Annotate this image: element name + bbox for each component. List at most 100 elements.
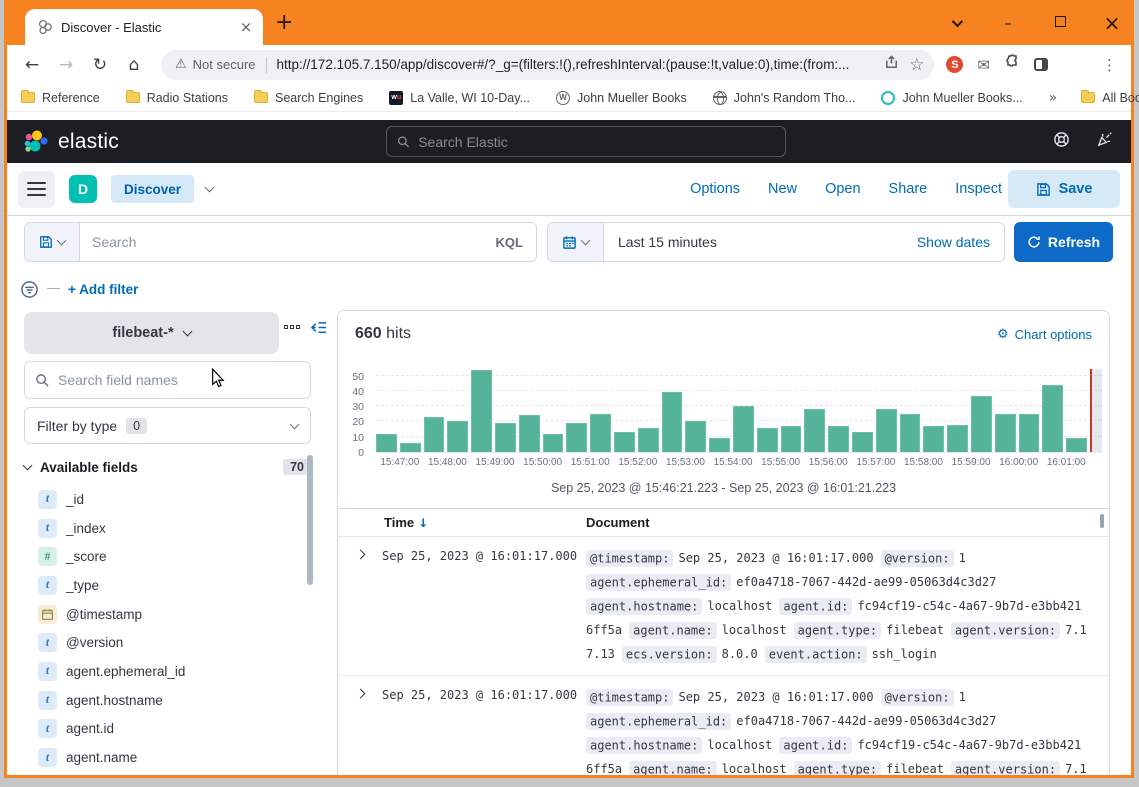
chevron-down-icon[interactable]: [205, 183, 215, 193]
maximize-button[interactable]: [1049, 14, 1071, 31]
doc-field-name[interactable]: agent.id:: [779, 737, 852, 754]
security-label[interactable]: Not secure: [193, 57, 256, 72]
appbar-link-options[interactable]: Options: [690, 181, 740, 197]
close-button[interactable]: ×: [1101, 11, 1123, 35]
puzzle-extensions-icon[interactable]: [1004, 54, 1020, 75]
elastic-logo[interactable]: elastic: [23, 129, 119, 155]
doc-field-name[interactable]: agent.name:: [629, 622, 716, 639]
profile-avatar[interactable]: [1062, 52, 1088, 78]
doc-field-name[interactable]: agent.type:: [794, 622, 881, 639]
sidebar-scrollbar[interactable]: [307, 455, 313, 585]
index-pattern-select[interactable]: filebeat-*: [24, 312, 279, 354]
doc-field-name[interactable]: ecs.version:: [622, 646, 717, 663]
field-search-input[interactable]: [58, 372, 300, 388]
available-fields-header[interactable]: Available fields 70: [24, 455, 311, 479]
doc-field-name[interactable]: event.action:: [765, 646, 867, 663]
histogram-bar[interactable]: [519, 415, 540, 452]
doc-field-name[interactable]: agent.version:: [951, 622, 1060, 639]
save-button[interactable]: Save: [1008, 170, 1120, 208]
histogram-bar[interactable]: [923, 426, 944, 452]
doc-field-name[interactable]: @version:: [881, 550, 954, 567]
histogram-bar[interactable]: [947, 425, 968, 452]
histogram-bar[interactable]: [995, 414, 1016, 452]
histogram-bar[interactable]: [543, 434, 564, 452]
refresh-button[interactable]: Refresh: [1014, 222, 1113, 262]
share-icon[interactable]: [884, 55, 899, 75]
kql-language-button[interactable]: KQL: [483, 223, 536, 261]
collapse-sidebar-icon[interactable]: [310, 320, 327, 340]
bookmark-item[interactable]: John's Random Tho...: [713, 91, 856, 105]
histogram-bar[interactable]: [804, 409, 825, 452]
expand-row-button[interactable]: [338, 685, 382, 775]
appbar-link-new[interactable]: New: [768, 181, 797, 197]
table-scrollbar[interactable]: [1100, 514, 1104, 528]
histogram-bar[interactable]: [900, 414, 921, 452]
expand-row-button[interactable]: [338, 546, 382, 666]
histogram-bar[interactable]: [828, 426, 849, 452]
appbar-link-open[interactable]: Open: [825, 181, 860, 197]
histogram-bar[interactable]: [376, 434, 397, 452]
mail-extension-icon[interactable]: ✉: [977, 56, 990, 74]
address-bar[interactable]: ⚠ Not secure http://172.105.7.150/app/di…: [161, 50, 934, 80]
doc-field-name[interactable]: agent.type:: [794, 761, 881, 776]
histogram-bar[interactable]: [614, 432, 635, 452]
reload-icon[interactable]: ↻: [85, 50, 115, 80]
histogram-bar[interactable]: [1066, 438, 1087, 452]
forward-icon[interactable]: →: [51, 50, 81, 80]
bookmark-item[interactable]: WJohn Mueller Books: [556, 91, 687, 105]
field-item[interactable]: tagent.hostname: [24, 686, 304, 715]
histogram-bar[interactable]: [447, 421, 468, 452]
minimize-button[interactable]: –: [997, 14, 1019, 32]
field-item[interactable]: t@version: [24, 628, 304, 657]
histogram-bar[interactable]: [662, 392, 683, 452]
doc-field-name[interactable]: agent.hostname:: [586, 598, 702, 615]
kql-search-input[interactable]: [80, 223, 483, 261]
filter-by-type-select[interactable]: Filter by type 0: [24, 407, 311, 444]
browser-tab[interactable]: Discover - Elastic ×: [25, 9, 263, 45]
side-panel-icon[interactable]: [1034, 58, 1048, 71]
chart-options-button[interactable]: ⚙ Chart options: [997, 327, 1092, 342]
field-item[interactable]: tagent.ephemeral_id: [24, 657, 304, 686]
doc-field-name[interactable]: agent.version:: [951, 761, 1060, 776]
bookmark-item[interactable]: Reference: [21, 91, 100, 105]
home-icon[interactable]: ⌂: [119, 50, 149, 80]
bookmark-item[interactable]: Radio Stations: [126, 91, 228, 105]
field-item[interactable]: tagent.name: [24, 743, 304, 772]
histogram-bar[interactable]: [1019, 414, 1040, 452]
all-bookmarks-button[interactable]: All Bookmarks: [1081, 91, 1139, 105]
back-icon[interactable]: ←: [17, 50, 47, 80]
column-time[interactable]: Time↓: [384, 515, 586, 530]
histogram-bar[interactable]: [1042, 385, 1063, 452]
doc-field-name[interactable]: agent.hostname:: [586, 737, 702, 754]
histogram-bar[interactable]: [733, 406, 754, 452]
doc-field-name[interactable]: @version:: [881, 689, 954, 706]
show-dates-button[interactable]: Show dates: [917, 234, 1004, 250]
histogram-bar[interactable]: [495, 423, 516, 452]
index-options-icon[interactable]: [284, 325, 300, 329]
histogram-bar[interactable]: [638, 428, 659, 452]
histogram-plot[interactable]: [376, 369, 1102, 453]
new-tab-button[interactable]: +: [275, 13, 293, 33]
help-icon[interactable]: [1053, 131, 1070, 153]
appbar-link-inspect[interactable]: Inspect: [955, 181, 1002, 197]
appbar-link-share[interactable]: Share: [889, 181, 928, 197]
field-item[interactable]: t_id: [24, 485, 304, 514]
elastic-search-input[interactable]: [418, 134, 775, 150]
field-search-box[interactable]: [24, 361, 311, 399]
bookmarks-overflow-icon[interactable]: »: [1049, 90, 1058, 106]
field-item[interactable]: tagent.id: [24, 715, 304, 744]
histogram-bar[interactable]: [400, 443, 421, 452]
field-item[interactable]: t_type: [24, 571, 304, 600]
doc-field-name[interactable]: @timestamp:: [586, 689, 673, 706]
date-quick-menu-button[interactable]: [548, 223, 604, 261]
time-range-value[interactable]: Last 15 minutes: [604, 234, 917, 250]
saved-query-menu-button[interactable]: [25, 223, 80, 261]
browser-menu-icon[interactable]: ⋮: [1102, 56, 1117, 74]
filter-icon[interactable]: [20, 280, 39, 299]
doc-field-name[interactable]: @timestamp:: [586, 550, 673, 567]
space-badge[interactable]: D: [69, 175, 97, 203]
histogram-bar[interactable]: [876, 409, 897, 452]
doc-field-name[interactable]: agent.ephemeral_id:: [586, 574, 731, 591]
tab-close-icon[interactable]: ×: [237, 18, 255, 36]
add-filter-button[interactable]: + Add filter: [68, 282, 138, 297]
